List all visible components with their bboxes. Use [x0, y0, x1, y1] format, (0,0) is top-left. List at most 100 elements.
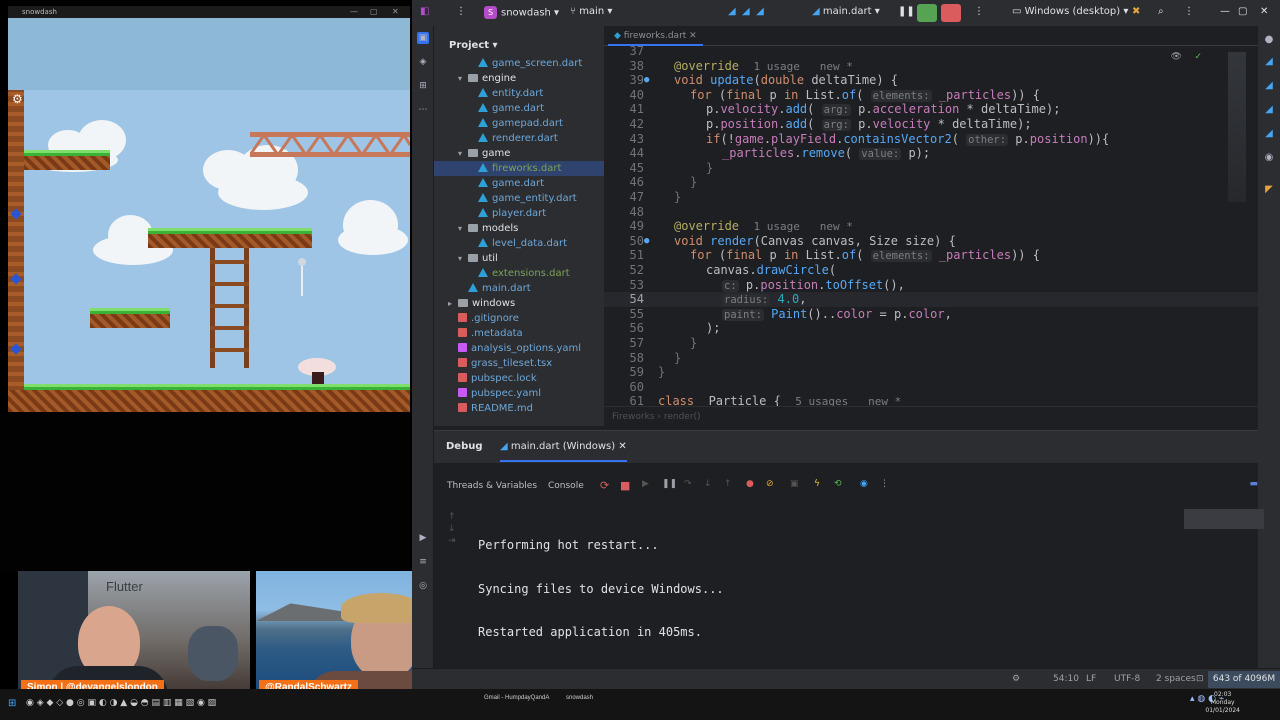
chevron-icon[interactable]: ▸ [448, 296, 458, 311]
terminal-tool-icon[interactable]: ≡ [417, 556, 429, 568]
tree-folder[interactable]: ▾ models [434, 221, 604, 236]
console-scrollbar[interactable] [1184, 509, 1264, 529]
maximize-icon[interactable]: ▢ [370, 6, 378, 18]
lock-icon[interactable]: ⊡ [1196, 674, 1204, 684]
notifications-icon[interactable]: ● [1263, 34, 1275, 46]
tools-icon[interactable]: ✖ [1132, 6, 1140, 17]
devtools-icon[interactable]: ◉ [860, 479, 868, 489]
tree-file[interactable]: extensions.dart [434, 266, 604, 281]
gradle-icon[interactable]: ◤ [1263, 184, 1275, 196]
layout-icon[interactable]: ▬ [1249, 479, 1258, 489]
hot-reload-button[interactable] [917, 4, 937, 22]
tree-folder[interactable]: ▾ util [434, 251, 604, 266]
tree-file[interactable]: entity.dart [434, 86, 604, 101]
problems-tool-icon[interactable]: ◎ [417, 580, 429, 592]
tree-file[interactable]: main.dart [434, 281, 604, 296]
tree-folder[interactable]: ▾ game [434, 146, 604, 161]
hot-restart-icon[interactable]: ⟲ [834, 479, 842, 489]
project-tool-icon[interactable]: ▣ [417, 32, 429, 44]
flutter-inspector-icon[interactable]: ◢ [1263, 56, 1275, 68]
tree-file[interactable]: level_data.dart [434, 236, 604, 251]
stop-icon[interactable]: ■ [620, 479, 630, 492]
mute-breakpoints-icon[interactable]: ⊘ [766, 479, 774, 489]
taskbar-item[interactable]: snowdash [566, 695, 593, 701]
more-actions-icon[interactable]: ⋮ [974, 6, 984, 17]
indent-setting[interactable]: 2 spaces [1156, 674, 1196, 684]
close-icon[interactable]: ✕ [392, 6, 399, 18]
caret-position[interactable]: 54:10 [1053, 674, 1079, 684]
tree-file[interactable]: .gitignore [434, 311, 604, 326]
chevron-icon[interactable]: ▾ [458, 221, 468, 236]
file-encoding[interactable]: UTF-8 [1114, 674, 1140, 684]
hot-reload-icon[interactable]: ϟ [814, 479, 820, 489]
game-canvas[interactable]: ⚙ [8, 90, 410, 412]
close-tab-icon[interactable]: ✕ [689, 31, 697, 41]
main-menu-icon[interactable]: ⋮ [456, 6, 466, 17]
tree-file[interactable]: pubspec.lock [434, 371, 604, 386]
console-output[interactable]: Performing hot restart... Syncing files … [478, 509, 724, 669]
console-gutter-icons[interactable]: ↑ ↓ ⇥ [448, 511, 456, 547]
override-gutter-icon[interactable]: ● [644, 234, 654, 249]
tree-file[interactable]: analysis_options.yaml [434, 341, 604, 356]
tab-debug-session[interactable]: ◢ main.dart (Windows) ✕ [500, 441, 627, 462]
tree-file[interactable]: game_screen.dart [434, 56, 604, 71]
flutter-outline-icon[interactable]: ◢ [1263, 80, 1275, 92]
editor-tab[interactable]: ◆ fireworks.dart ✕ [608, 26, 703, 46]
tree-file[interactable]: .metadata [434, 326, 604, 341]
memory-indicator[interactable]: 643 of 4096M [1208, 671, 1280, 688]
pause-icon[interactable]: ❚❚ [898, 6, 915, 17]
maximize-icon[interactable]: ▢ [1238, 6, 1247, 17]
run-config-selector[interactable]: ◢ main.dart ▾ [812, 6, 880, 17]
tab-debug[interactable]: Debug [446, 441, 483, 452]
commit-tool-icon[interactable]: ◈ [417, 56, 429, 68]
flutter-deeplinks-icon[interactable]: ◢ [1263, 128, 1275, 140]
structure-tool-icon[interactable]: ⊞ [417, 80, 429, 92]
pause-icon[interactable]: ❚❚ [662, 479, 677, 489]
close-tab-icon[interactable]: ✕ [618, 441, 626, 452]
step-into-icon[interactable]: ↓ [704, 479, 712, 489]
gear-icon[interactable]: ⚙ [12, 92, 23, 106]
services-tool-icon[interactable]: ▶ [417, 532, 429, 544]
stop-button[interactable] [941, 4, 961, 22]
ai-assistant-icon[interactable]: ⚙ [1012, 674, 1020, 684]
device-manager-icon[interactable]: ◉ [1263, 152, 1275, 164]
taskbar-app-icons[interactable]: ◉ ◈ ◆ ◇ ● ◎ ▣ ◐ ◑ ▲ ◒ ◓ ▤ ▥ ▦ ▧ ◉ ▨ [26, 698, 216, 708]
app-logo-icon[interactable]: ◧ [420, 6, 429, 17]
breakpoints-icon[interactable]: ● [746, 479, 754, 489]
project-switcher[interactable]: Ssnowdash ▾ [484, 6, 559, 19]
search-icon[interactable]: ⌕ [1158, 6, 1164, 17]
step-out-icon[interactable]: ↑ [724, 479, 732, 489]
project-panel-title[interactable]: Project ▾ [449, 40, 498, 51]
step-over-icon[interactable]: ↷ [684, 479, 692, 489]
tab-threads-variables[interactable]: Threads & Variables [447, 481, 537, 491]
flutter-actions-icons[interactable]: ◢ ◢ ◢ [728, 6, 764, 17]
tree-file[interactable]: fireworks.dart [434, 161, 604, 176]
tree-file[interactable]: gamepad.dart [434, 116, 604, 131]
rerun-icon[interactable]: ⟳ [600, 479, 609, 492]
settings-icon[interactable]: ▣ [790, 479, 799, 489]
tree-file[interactable]: renderer.dart [434, 131, 604, 146]
game-window[interactable]: snowdash — ▢ ✕ ⚙ [8, 6, 410, 412]
taskbar-clock[interactable]: 02:03 Monday 01/01/2024 [1205, 691, 1240, 715]
minimize-icon[interactable]: — [350, 6, 358, 18]
more-icon[interactable]: ⋮ [880, 479, 889, 489]
branch-switcher[interactable]: ⑂ main ▾ [570, 6, 612, 17]
tree-file[interactable]: player.dart [434, 206, 604, 221]
tree-folder[interactable]: ▾ engine [434, 71, 604, 86]
chevron-icon[interactable]: ▾ [458, 251, 468, 266]
settings-menu-icon[interactable]: ⋮ [1184, 6, 1194, 17]
windows-start-icon[interactable]: ⊞ [8, 698, 20, 710]
resume-icon[interactable]: ▶ [642, 479, 649, 489]
tree-file[interactable]: README.md [434, 401, 604, 416]
flutter-performance-icon[interactable]: ◢ [1263, 104, 1275, 116]
code-editor[interactable]: ◆ fireworks.dart ✕ 👁 ✓ 37 38 @override 1 … [604, 26, 1258, 426]
tab-console[interactable]: Console [548, 481, 584, 491]
close-icon[interactable]: ✕ [1260, 6, 1268, 17]
tree-folder[interactable]: ▸ windows [434, 296, 604, 311]
tree-file[interactable]: game.dart [434, 176, 604, 191]
chevron-icon[interactable]: ▾ [458, 71, 468, 86]
breadcrumb[interactable]: Fireworks › render() [604, 406, 1258, 426]
more-tools-icon[interactable]: ⋯ [417, 104, 429, 116]
game-window-titlebar[interactable]: snowdash — ▢ ✕ [8, 6, 410, 18]
device-selector[interactable]: ▭ Windows (desktop) ▾ [1012, 6, 1128, 17]
